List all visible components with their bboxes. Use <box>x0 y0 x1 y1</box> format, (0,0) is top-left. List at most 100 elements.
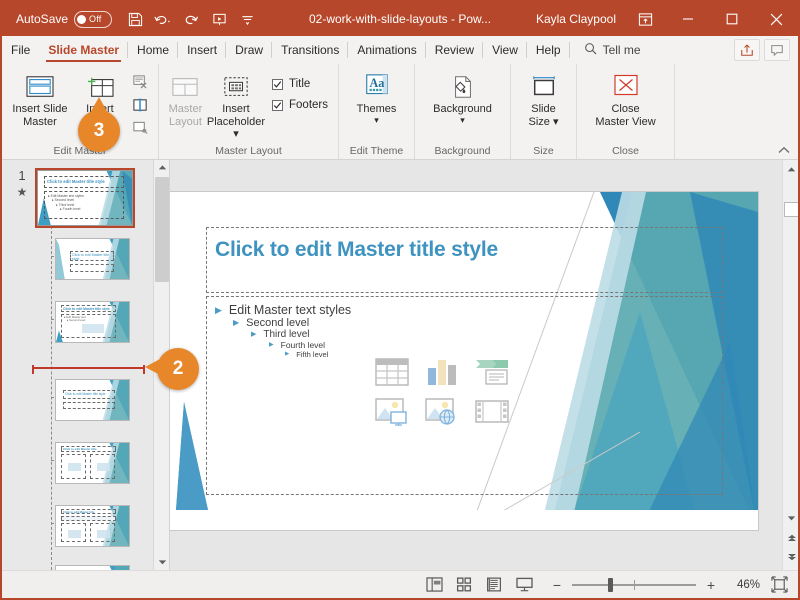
body-level-3[interactable]: ▶ Third level <box>251 329 714 340</box>
share-button[interactable] <box>734 39 760 61</box>
autosave-knob <box>77 14 87 24</box>
zoom-in-button[interactable]: + <box>703 576 719 594</box>
normal-view-button[interactable] <box>419 573 449 597</box>
close-master-view-label-1: Close <box>611 103 640 115</box>
tab-file[interactable]: File <box>2 36 39 64</box>
themes-button[interactable]: Aa Themes ▾ <box>348 69 406 125</box>
close-master-view-button[interactable]: Close Master View <box>593 69 659 128</box>
canvas-scroll-down-button[interactable] <box>784 511 798 526</box>
background-styles-button[interactable]: Background ▾ <box>430 69 496 125</box>
slide-canvas[interactable]: Click to edit Master title style ▶ Edit … <box>170 160 798 570</box>
section-header-layout-thumbnail[interactable]: Click to edit Master title style <box>55 379 130 421</box>
two-content-layout-thumbnail[interactable]: Click to edit Master title <box>55 442 130 484</box>
slide-show-button[interactable] <box>509 573 539 597</box>
redo-icon[interactable] <box>178 7 204 31</box>
tab-view[interactable]: View <box>483 36 527 64</box>
tab-draw[interactable]: Draw <box>226 36 273 64</box>
bullet-icon: ▶ <box>285 350 290 357</box>
tab-review[interactable]: Review <box>426 36 484 64</box>
slide-size-label-2: Size ▾ <box>528 116 559 128</box>
slide-canvas-scrollbar[interactable] <box>782 160 798 570</box>
slide-size-button[interactable]: Slide Size ▾ <box>517 69 570 128</box>
callout-badge-2-number: 2 <box>172 358 184 379</box>
autosave-toggle[interactable]: AutoSave Off <box>16 10 113 28</box>
title-slide-layout-thumbnail[interactable]: Click to edit Master title style <box>55 238 130 280</box>
master-body-placeholder[interactable]: ▶ Edit Master text styles ▶ Second level… <box>206 296 723 495</box>
thumbnail-scroll-up-button[interactable] <box>154 160 169 176</box>
tab-home[interactable]: Home <box>128 36 179 64</box>
title-only-layout-thumbnail[interactable] <box>55 565 130 570</box>
insert-placeholder-label-1: Insert <box>222 103 250 115</box>
delete-master-button[interactable] <box>128 71 152 93</box>
title-checkbox[interactable]: Title <box>272 78 328 90</box>
title-and-content-layout-thumbnail[interactable]: Click to edit Master title style ▸ Edit … <box>55 301 130 343</box>
reading-view-button[interactable] <box>479 573 509 597</box>
insert-picture-icon[interactable] <box>375 397 409 431</box>
close-master-view-icon <box>612 72 640 102</box>
previous-slide-button[interactable] <box>784 530 798 545</box>
insert-online-picture-icon[interactable] <box>425 397 459 431</box>
maximize-button[interactable] <box>710 2 754 36</box>
close-button[interactable] <box>754 2 798 36</box>
account-name[interactable]: Kayla Claypool <box>536 12 616 26</box>
tab-transitions[interactable]: Transitions <box>272 36 349 64</box>
next-slide-button[interactable] <box>784 549 798 564</box>
zoom-out-button[interactable]: − <box>549 576 565 594</box>
title-checkbox-label: Title <box>289 78 311 90</box>
layout-tree-line <box>51 216 52 570</box>
ribbon: Insert Slide Master Insert Layout <box>2 64 798 160</box>
insert-video-icon[interactable] <box>475 398 509 431</box>
slide-editing-surface[interactable]: Click to edit Master title style ▶ Edit … <box>170 192 758 530</box>
zoom-control: − + 46% <box>549 576 760 594</box>
start-from-beginning-icon[interactable] <box>206 7 232 31</box>
thumbnail-scroll-down-button[interactable] <box>154 554 169 570</box>
footers-checkbox[interactable]: Footers <box>272 99 328 111</box>
ribbon-display-options-icon[interactable] <box>630 7 660 31</box>
tab-help[interactable]: Help <box>527 36 570 64</box>
collapse-ribbon-button[interactable] <box>776 143 792 157</box>
comparison-layout-thumbnail[interactable]: Click to edit Master title <box>55 505 130 547</box>
canvas-scroll-up-button[interactable] <box>784 162 798 177</box>
body-level-2[interactable]: ▶ Second level <box>233 317 714 329</box>
footers-checkbox-label: Footers <box>289 99 328 111</box>
insert-smartart-icon[interactable] <box>475 358 509 391</box>
thumb-bg-art <box>56 380 129 420</box>
zoom-slider[interactable] <box>572 576 696 594</box>
body-level-1-text: Edit Master text styles <box>228 303 352 317</box>
save-icon[interactable] <box>122 7 148 31</box>
slide-sorter-view-button[interactable] <box>449 573 479 597</box>
tell-me-box[interactable]: Tell me <box>584 36 641 64</box>
insert-chart-icon[interactable] <box>425 358 459 391</box>
master-title-placeholder[interactable]: Click to edit Master title style <box>206 227 723 293</box>
slide-master-thumbnail[interactable]: Click to edit Master title style ▸ Edit … <box>35 168 135 228</box>
autosave-switch[interactable]: Off <box>74 10 113 28</box>
zoom-slider-handle[interactable] <box>608 577 613 592</box>
rename-master-button[interactable] <box>128 94 152 116</box>
ribbon-group-title-size: Size <box>533 145 554 157</box>
tab-insert[interactable]: Insert <box>178 36 227 64</box>
undo-icon[interactable] <box>150 7 176 31</box>
body-level-1[interactable]: ▶ Edit Master text styles <box>215 303 714 317</box>
comments-button[interactable] <box>764 39 790 61</box>
background-dropdown-arrow[interactable]: ▾ <box>460 116 465 125</box>
thumbnail-list[interactable]: 1 ★ Click to edit Master title style ▸ E… <box>2 160 153 570</box>
search-icon <box>584 42 597 58</box>
thumbnail-scrollbar-thumb[interactable] <box>155 177 169 282</box>
body-level-4[interactable]: ▶ Fourth level <box>269 340 714 350</box>
fit-slide-to-window-button[interactable] <box>766 574 792 596</box>
minimize-button[interactable] <box>666 2 710 36</box>
insert-slide-master-button[interactable]: Insert Slide Master <box>8 69 72 128</box>
canvas-scrollbar-thumb[interactable] <box>784 202 798 217</box>
themes-dropdown-arrow[interactable]: ▾ <box>374 116 379 125</box>
thumb-title-placeholder: Click to edit Master title style <box>44 176 124 188</box>
tab-strip-right <box>734 36 798 64</box>
callout-badge-3-number: 3 <box>93 120 105 141</box>
tab-animations[interactable]: Animations <box>348 36 427 64</box>
customize-qat-icon[interactable] <box>234 7 260 31</box>
insert-table-icon[interactable] <box>375 357 409 391</box>
preserve-master-button[interactable] <box>128 117 152 139</box>
zoom-percent-label[interactable]: 46% <box>726 579 760 591</box>
insert-placeholder-button[interactable]: Insert Placeholder ▾ <box>206 69 266 140</box>
tab-slide-master[interactable]: Slide Master <box>39 36 128 64</box>
body-level-5-text: Fifth level <box>296 350 329 359</box>
